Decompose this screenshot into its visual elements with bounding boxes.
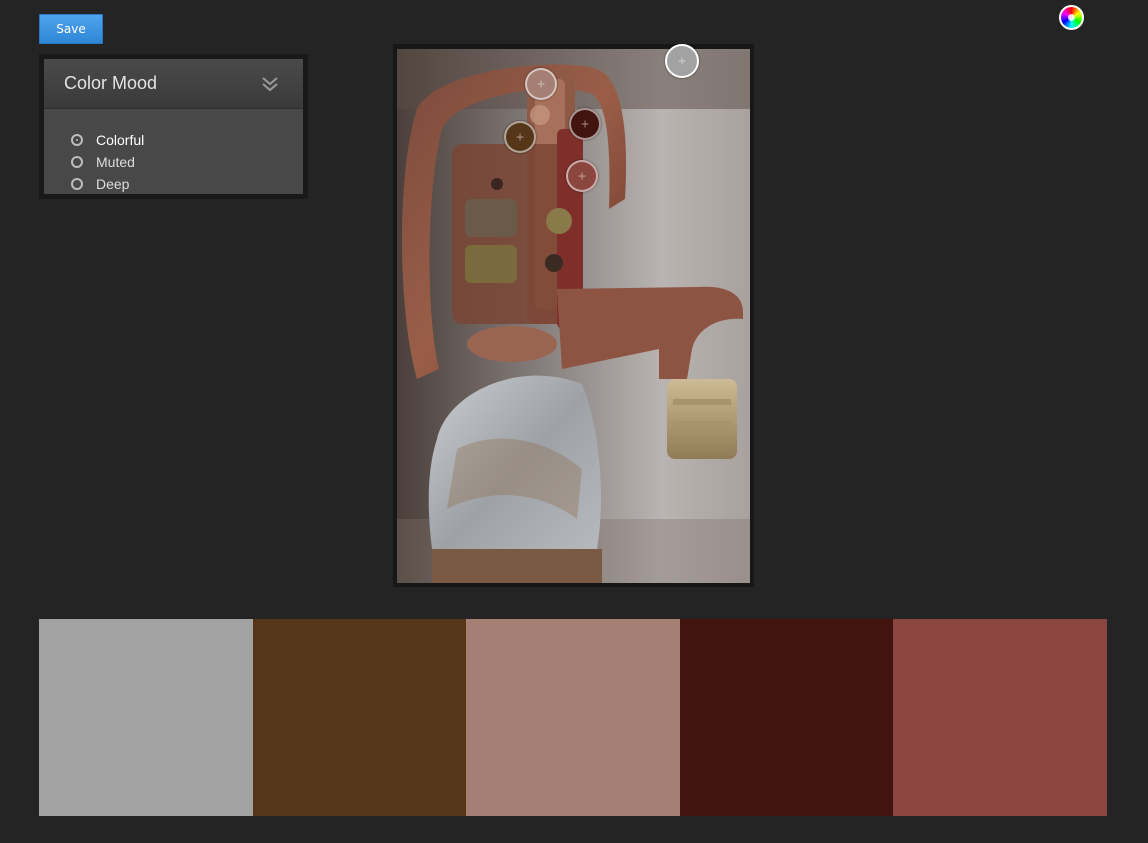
mood-option-label: Colorful [96, 132, 145, 148]
color-picker-2[interactable]: + [504, 121, 536, 153]
save-button[interactable]: Save [39, 14, 103, 44]
mood-option-label: Muted [96, 154, 135, 170]
crosshair-icon: + [581, 116, 589, 132]
color-picker-5[interactable]: + [566, 160, 598, 192]
color-picker-1[interactable]: + [665, 44, 699, 78]
color-swatches [39, 619, 1107, 816]
radio-selected-icon[interactable] [71, 134, 83, 146]
crosshair-icon: + [578, 168, 586, 184]
mood-option-label: Deep [96, 176, 130, 192]
swatch-5[interactable] [893, 619, 1107, 816]
swatch-2[interactable] [252, 619, 467, 816]
color-picker-3[interactable]: + [525, 68, 557, 100]
crosshair-icon: + [537, 76, 545, 92]
color-mood-list: Colorful Muted Deep [44, 109, 303, 194]
double-chevron-down-icon[interactable] [261, 76, 279, 92]
swatch-4[interactable] [679, 619, 894, 816]
crosshair-icon: + [516, 129, 524, 145]
color-mood-header[interactable]: Color Mood [44, 59, 303, 109]
crosshair-icon: + [678, 53, 686, 69]
mood-option-colorful[interactable]: Colorful [71, 129, 144, 151]
color-picker-4[interactable]: + [569, 108, 601, 140]
radio-icon[interactable] [71, 156, 83, 168]
radio-icon[interactable] [71, 178, 83, 190]
mood-option-deep[interactable]: Deep [71, 173, 144, 194]
mood-option-muted[interactable]: Muted [71, 151, 144, 173]
swatch-3[interactable] [466, 619, 680, 816]
panel-title: Color Mood [64, 73, 158, 93]
color-mood-panel: Color Mood Colorful Muted Deep [39, 54, 308, 199]
swatch-1[interactable] [39, 619, 253, 816]
color-wheel-icon[interactable] [1059, 5, 1084, 30]
